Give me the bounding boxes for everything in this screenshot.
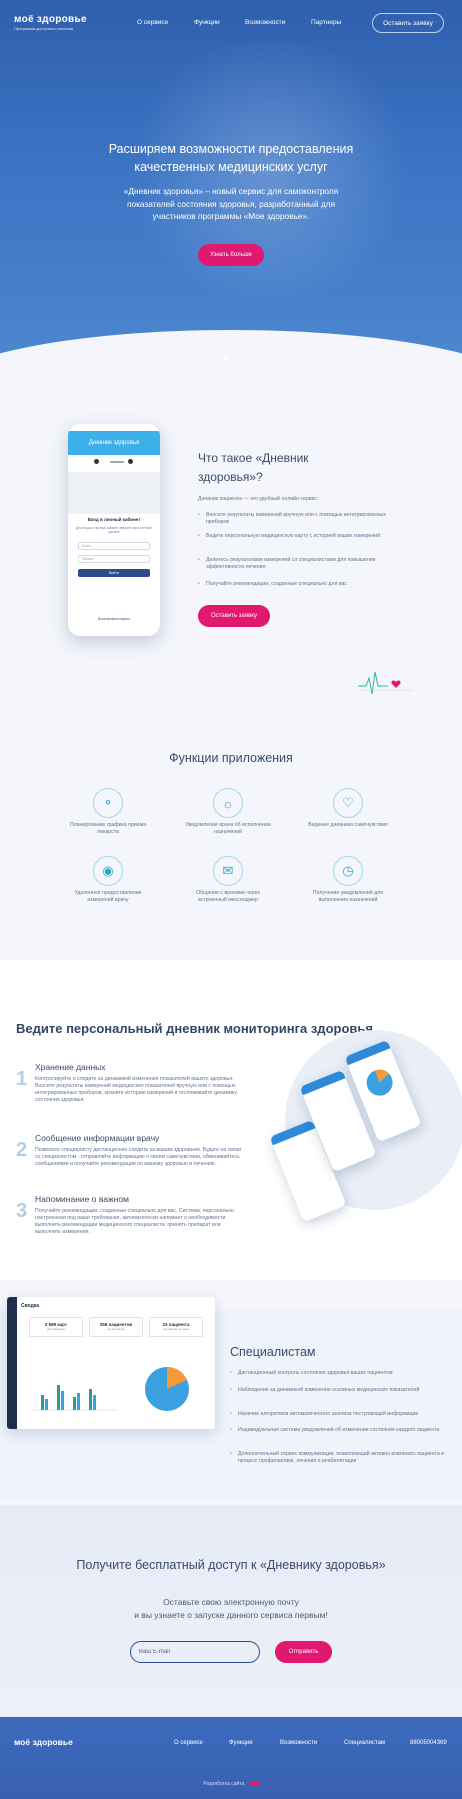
dashboard-sidebar xyxy=(7,1297,17,1429)
about-intro: Дневник пациента — это удобный онлайн се… xyxy=(198,496,319,502)
phone-login-title: Вход в личный кабинет xyxy=(87,517,141,522)
nav-partners[interactable]: Партнеры xyxy=(311,19,341,26)
footer-nav-features[interactable]: Возможности xyxy=(280,1740,317,1746)
phone-header-area xyxy=(68,472,160,514)
subscribe-text-line: Оставьте свою электронную почту xyxy=(163,1597,299,1607)
logo[interactable]: моё здоровье Программа доступного лечени… xyxy=(14,14,87,31)
function-item: ◷ xyxy=(333,856,363,886)
diary-title: Ведите персональный дневник мониторинга … xyxy=(16,1021,373,1036)
function-label: Общение с врачами через встроенный мессе… xyxy=(196,890,260,903)
stat-label: на приеме за день xyxy=(163,1327,189,1331)
phone-password-field: Пароль xyxy=(78,555,150,563)
dashboard-mockup: Сводка 2 589 карт для ведения 258 пациен… xyxy=(7,1297,215,1429)
hero-section xyxy=(0,0,462,365)
step-text: Контролируйте и следите за динамикой изм… xyxy=(35,1076,237,1103)
dashboard-stat: 258 пациентов на контроле xyxy=(89,1317,143,1337)
footer-developer-text: Разработка сайта xyxy=(203,1781,245,1787)
footer-developer: Разработка сайта xyxy=(0,1781,462,1787)
about-item: Получайте рекомендации, созданные специа… xyxy=(198,581,388,588)
about-title: Что такое «Дневник здоровья»? xyxy=(198,451,309,484)
about-request-button[interactable]: Оставить заявку xyxy=(198,605,270,627)
functions-title: Функции приложения xyxy=(169,751,293,765)
dashboard-bar-chart xyxy=(31,1385,117,1411)
step-number: 2 xyxy=(16,1139,28,1161)
subscribe-text-line: и вы узнаете о запуске данного сервиса п… xyxy=(134,1610,328,1620)
footer-nav-about[interactable]: О сервисе xyxy=(174,1740,203,1746)
function-label: Планирование графика приема лекарств xyxy=(69,822,147,835)
specialists-title: Специалистам xyxy=(230,1345,316,1359)
specialists-item: Дистанционный контроль состояния здоровь… xyxy=(230,1370,450,1377)
footer-nav-functions[interactable]: Функции xyxy=(229,1740,253,1746)
pill-icon: ⚬ xyxy=(93,788,123,818)
function-label: Удаленное предоставление измерений врачу xyxy=(74,890,142,903)
phone-forgot-link: Восстановить пароль xyxy=(98,617,130,621)
stat-label: на контроле xyxy=(107,1327,125,1331)
function-item: ♡ xyxy=(333,788,363,818)
function-item: ✉ xyxy=(213,856,243,886)
hero-title: Расширяем возможности предоставления кач… xyxy=(108,142,354,174)
slider-indicator[interactable] xyxy=(222,358,228,360)
phone-mockup: Дневник здоровья Вход в личный кабинет Д… xyxy=(68,424,160,636)
step-title: Сообщение информации врачу xyxy=(35,1133,160,1143)
heart-icon: ♡ xyxy=(333,788,363,818)
footer-logo[interactable]: моё здоровье xyxy=(14,1737,73,1747)
phone-login-field: Логин xyxy=(78,542,150,550)
nav-features[interactable]: Возможности xyxy=(245,19,285,26)
bell-icon: ☼ xyxy=(213,788,243,818)
function-item: ◉ xyxy=(93,856,123,886)
function-item: ⚬ xyxy=(93,788,123,818)
phone-camera-icon xyxy=(94,459,99,464)
message-icon: ✉ xyxy=(213,856,243,886)
lock-icon: ◉ xyxy=(93,856,123,886)
email-input[interactable] xyxy=(130,1641,260,1663)
step-number: 1 xyxy=(16,1068,28,1090)
about-item: Вносите результаты измерений вручную или… xyxy=(198,512,388,526)
step-title: Хранение данных xyxy=(35,1062,106,1072)
step-text: Позвольте специалисту дистанционно следи… xyxy=(35,1147,241,1167)
phone-login-button: Войти xyxy=(78,569,150,577)
function-label: Уведомление врача об исполнении назначен… xyxy=(185,822,271,835)
hero-text: «Дневник здоровья» – новый сервис для са… xyxy=(123,186,339,221)
learn-more-button[interactable]: Узнать больше xyxy=(198,244,264,266)
hero-curve xyxy=(0,330,462,365)
request-button[interactable]: Оставить заявку xyxy=(372,13,444,33)
heartbeat-icon xyxy=(358,671,413,695)
specialists-item: Индивидуальная система уведомлений об из… xyxy=(230,1427,450,1434)
specialists-item: Наблюдение за динамикой изменения основн… xyxy=(230,1387,450,1394)
footer-nav-specialists[interactable]: Специалистам xyxy=(344,1740,385,1746)
dashboard-stat: 2 589 карт для ведения xyxy=(29,1317,83,1337)
step-number: 3 xyxy=(16,1200,28,1222)
about-item: Делитесь результатами измерений со специ… xyxy=(198,557,388,571)
subscribe-text: Оставьте свою электронную почту и вы узн… xyxy=(100,1596,362,1622)
dashboard-pie-chart xyxy=(145,1367,189,1411)
function-item: ☼ xyxy=(213,788,243,818)
send-button[interactable]: Отправить xyxy=(275,1641,332,1663)
function-label: Ведение дневника самочувствия xyxy=(308,822,388,828)
phone-speaker xyxy=(110,461,124,463)
dashboard-stat: 33 пациента на приеме за день xyxy=(149,1317,203,1337)
specialists-item: Дополнительный сервис коммуникации, позв… xyxy=(230,1451,450,1465)
phone-login-subtitle: Для входа в личный кабинет введите свои … xyxy=(76,526,152,534)
logo-subtitle: Программа доступного лечения xyxy=(14,26,74,31)
developer-logo[interactable] xyxy=(248,1782,259,1786)
specialists-item: Наличие алгоритмов автоматического анали… xyxy=(230,1411,450,1418)
step-text: Получайте рекомендации, созданные специа… xyxy=(35,1208,234,1235)
step-title: Напоминание о важном xyxy=(35,1194,129,1204)
phone-sensor-icon xyxy=(128,459,133,464)
function-label: Получение уведомлений для выполнения наз… xyxy=(312,890,384,903)
footer-phone[interactable]: 88005004369 xyxy=(410,1740,447,1746)
alarm-icon: ◷ xyxy=(333,856,363,886)
nav-functions[interactable]: Функции xyxy=(194,19,220,26)
nav-about[interactable]: О сервисе xyxy=(137,19,168,26)
about-item: Ведите персональную медицинскую карту с … xyxy=(198,533,388,540)
subscribe-title: Получите бесплатный доступ к «Дневнику з… xyxy=(76,1558,386,1572)
logo-text: моё здоровье xyxy=(14,14,87,25)
dashboard-title: Сводка xyxy=(21,1303,40,1309)
phone-app-title: Дневник здоровья xyxy=(68,431,160,455)
stat-label: для ведения xyxy=(47,1327,65,1331)
